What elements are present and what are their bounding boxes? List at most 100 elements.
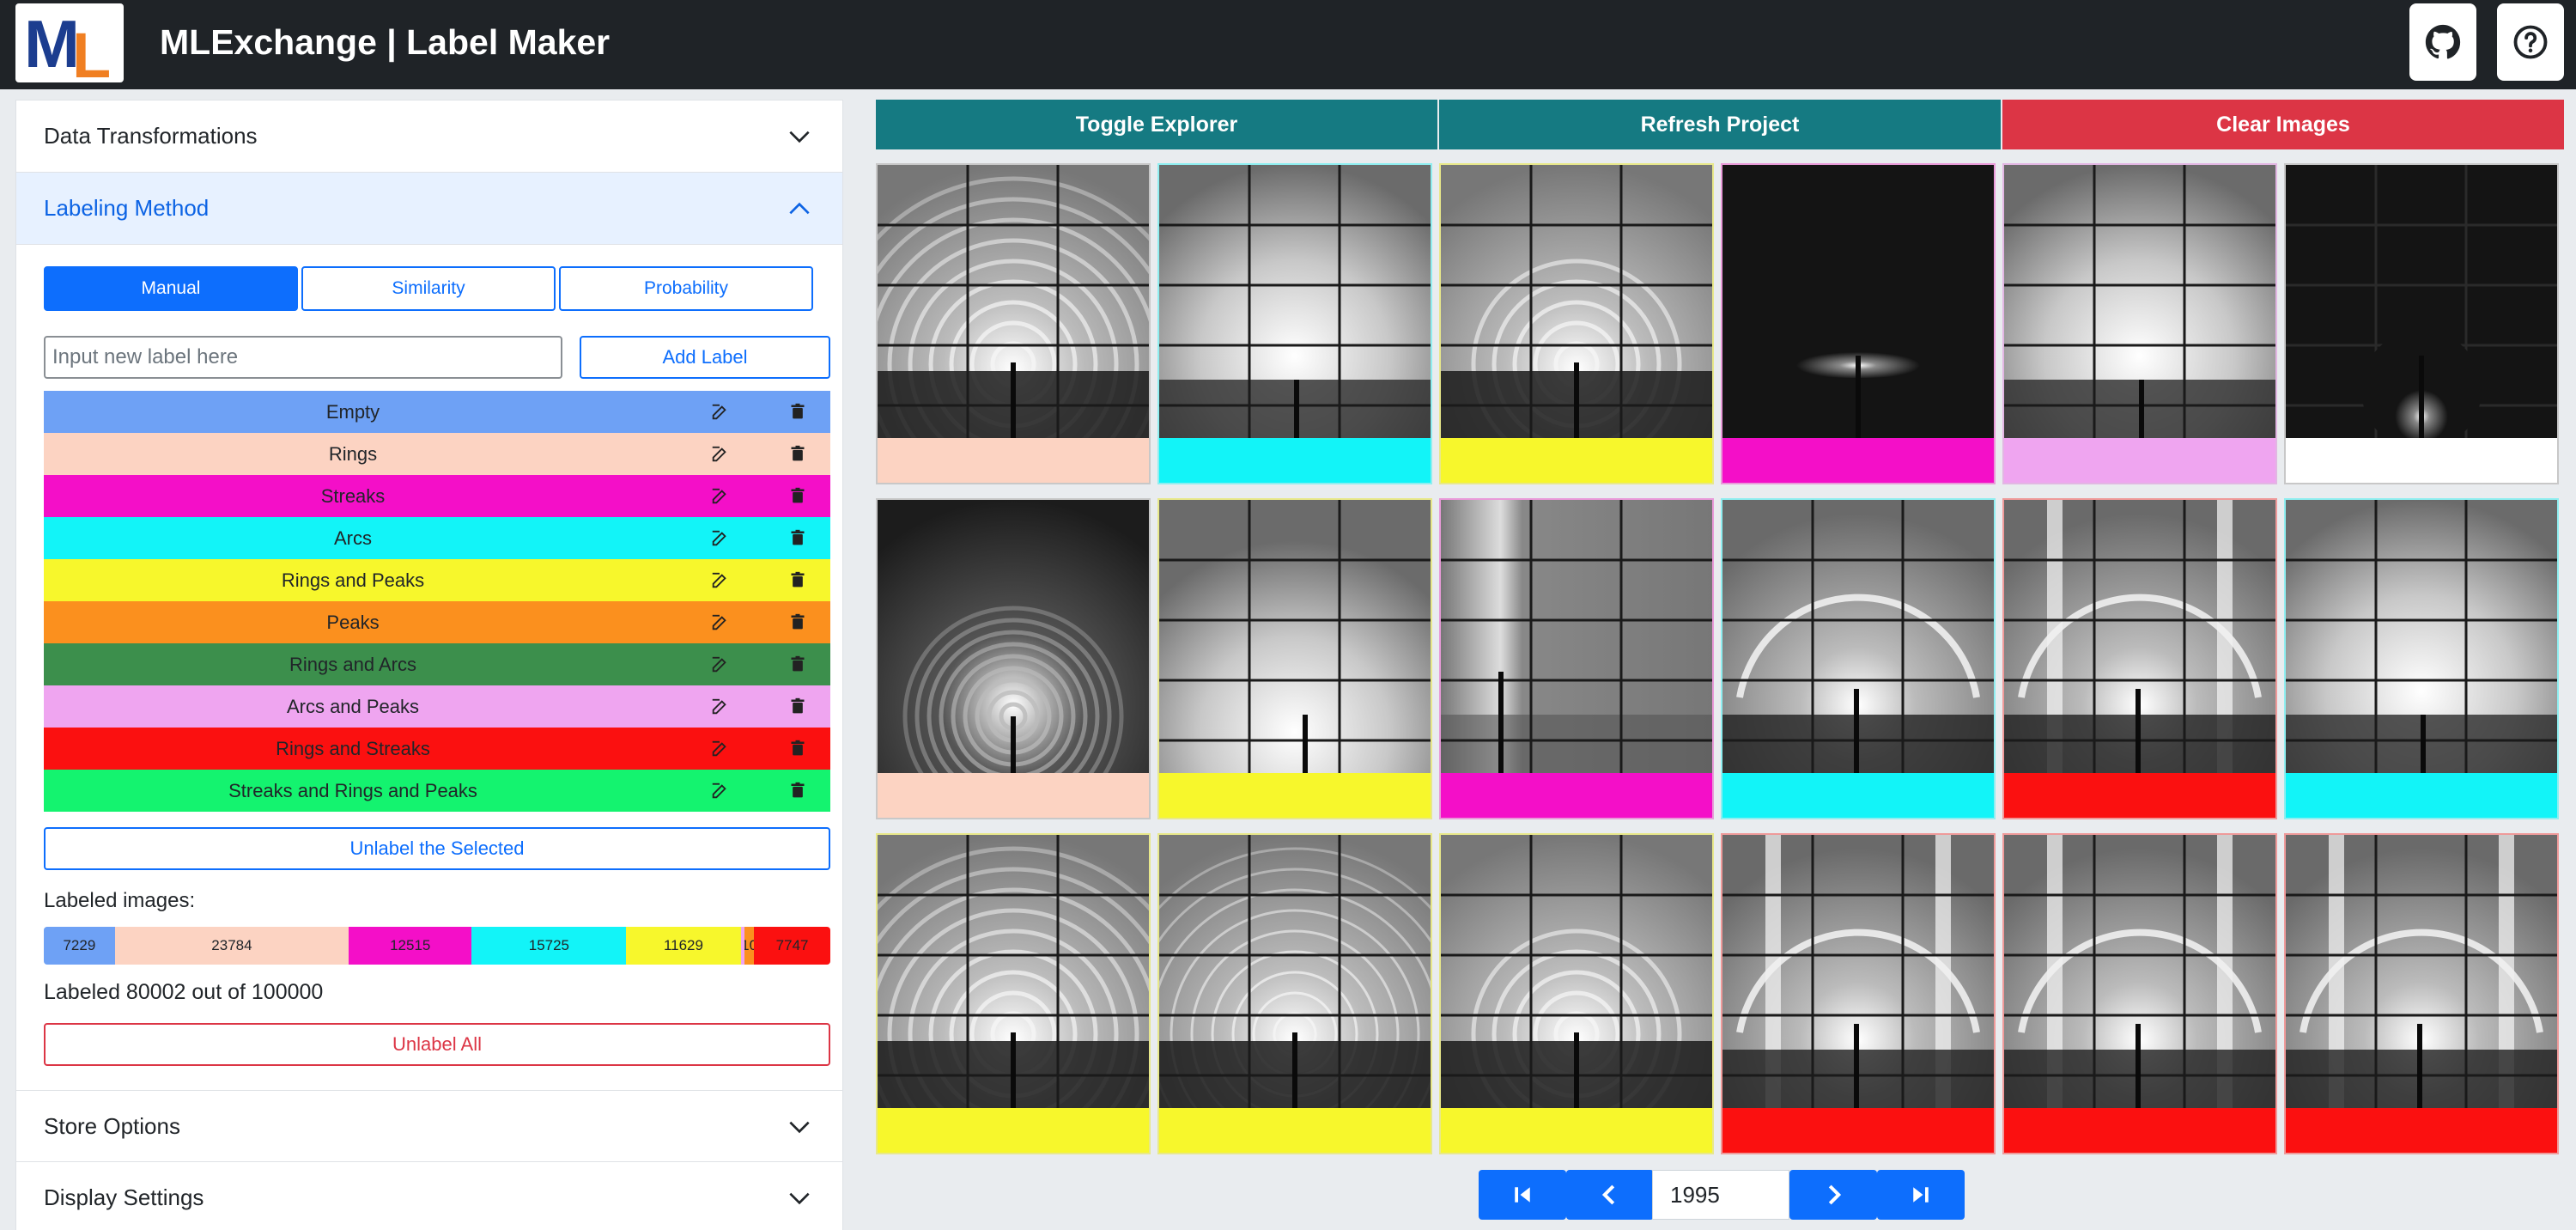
label-row[interactable]: Peaks (44, 601, 830, 643)
image-card[interactable] (1157, 498, 1432, 819)
trash-icon[interactable] (789, 655, 806, 673)
image-card[interactable] (876, 498, 1151, 819)
image-card[interactable] (1721, 833, 1996, 1154)
labeled-summary: Labeled 80002 out of 100000 (44, 980, 324, 1004)
image-card[interactable] (2284, 163, 2559, 484)
chevron-down-icon (789, 1121, 810, 1134)
edit-icon[interactable] (710, 655, 729, 674)
prev-page-button[interactable] (1566, 1170, 1654, 1220)
trash-icon[interactable] (789, 570, 806, 589)
unlabel-selected-button[interactable]: Unlabel the Selected (44, 827, 830, 870)
first-page-button[interactable] (1479, 1170, 1566, 1220)
edit-icon[interactable] (710, 697, 729, 716)
diffraction-image (878, 165, 1149, 438)
diffraction-image (878, 500, 1149, 773)
edit-icon[interactable] (710, 445, 729, 464)
image-card[interactable] (1439, 833, 1714, 1154)
label-name: Peaks (326, 611, 380, 633)
edit-icon[interactable] (710, 487, 729, 506)
accordion-store-options[interactable]: Store Options (16, 1090, 842, 1162)
label-name: Rings and Arcs (289, 653, 416, 675)
image-card[interactable] (876, 163, 1151, 484)
accordion-labeling-method[interactable]: Labeling Method (16, 173, 842, 245)
label-row[interactable]: Rings and Streaks (44, 728, 830, 770)
label-count-segment: 7229 (44, 927, 115, 965)
edit-icon[interactable] (710, 529, 729, 548)
accordion-display-settings[interactable]: Display Settings (16, 1162, 842, 1230)
method-probability-button[interactable]: Probability (559, 266, 813, 311)
image-thumbnail (2004, 500, 2275, 773)
image-card[interactable] (1439, 498, 1714, 819)
trash-icon[interactable] (789, 528, 806, 547)
edit-icon[interactable] (710, 571, 729, 590)
image-card[interactable] (1721, 163, 1996, 484)
image-label-bar (878, 1108, 1149, 1153)
image-card[interactable] (2002, 163, 2277, 484)
label-row[interactable]: Empty (44, 391, 830, 433)
github-icon (2425, 24, 2461, 59)
trash-icon[interactable] (789, 781, 806, 800)
image-card[interactable] (1439, 163, 1714, 484)
diffraction-image (2004, 500, 2275, 773)
accordion-data-transformations[interactable]: Data Transformations (16, 100, 842, 173)
edit-icon[interactable] (710, 740, 729, 758)
label-row[interactable]: Streaks and Rings and Peaks (44, 770, 830, 812)
image-thumbnail (1159, 165, 1431, 438)
edit-icon[interactable] (710, 613, 729, 632)
clear-images-button[interactable]: Clear Images (2002, 100, 2564, 149)
help-icon (2513, 25, 2548, 59)
image-card[interactable] (2002, 498, 2277, 819)
trash-icon[interactable] (789, 697, 806, 715)
trash-icon[interactable] (789, 739, 806, 758)
image-thumbnail (878, 835, 1149, 1108)
toggle-explorer-button[interactable]: Toggle Explorer (876, 100, 1437, 149)
image-label-bar (2286, 438, 2557, 483)
unlabel-all-button[interactable]: Unlabel All (44, 1023, 830, 1066)
mlexchange-logo[interactable]: M L (15, 3, 124, 82)
label-row[interactable]: Streaks (44, 475, 830, 517)
diffraction-image (1441, 165, 1712, 438)
diffraction-image (1159, 835, 1431, 1108)
image-label-bar (2286, 773, 2557, 818)
github-button[interactable] (2409, 3, 2476, 81)
image-card[interactable] (2002, 833, 2277, 1154)
accordion-title: Display Settings (44, 1184, 204, 1210)
trash-icon[interactable] (789, 444, 806, 463)
chevron-down-icon (789, 1192, 810, 1205)
help-button[interactable] (2497, 3, 2564, 81)
label-row[interactable]: Arcs and Peaks (44, 685, 830, 728)
label-row[interactable]: Rings and Peaks (44, 559, 830, 601)
method-similarity-button[interactable]: Similarity (301, 266, 556, 311)
image-card[interactable] (2284, 833, 2559, 1154)
next-page-button[interactable] (1789, 1170, 1877, 1220)
image-card[interactable] (1157, 833, 1432, 1154)
label-count-segment: 15725 (471, 927, 627, 965)
trash-icon[interactable] (789, 612, 806, 631)
label-row[interactable]: Rings (44, 433, 830, 475)
edit-icon[interactable] (710, 403, 729, 422)
diffraction-image (2286, 500, 2557, 773)
add-label-button[interactable]: Add Label (580, 336, 830, 379)
edit-icon[interactable] (710, 782, 729, 801)
trash-icon[interactable] (789, 486, 806, 505)
image-card[interactable] (1157, 163, 1432, 484)
image-card[interactable] (2284, 498, 2559, 819)
label-row[interactable]: Rings and Arcs (44, 643, 830, 685)
image-thumbnail (878, 165, 1149, 438)
image-thumbnail (1441, 500, 1712, 773)
label-count-segment: 7747 (754, 927, 830, 965)
image-card[interactable] (1721, 498, 1996, 819)
first-page-icon (1515, 1187, 1530, 1203)
image-card[interactable] (876, 833, 1151, 1154)
trash-icon[interactable] (789, 402, 806, 421)
new-label-input[interactable] (44, 336, 562, 379)
logo-letter-l: L (72, 20, 112, 82)
label-row[interactable]: Arcs (44, 517, 830, 559)
method-manual-button[interactable]: Manual (44, 266, 298, 311)
last-page-button[interactable] (1877, 1170, 1965, 1220)
label-name: Arcs (334, 527, 372, 549)
page-number-input[interactable]: 1995 (1652, 1170, 1789, 1220)
refresh-project-button[interactable]: Refresh Project (1439, 100, 2001, 149)
image-label-bar (1441, 1108, 1712, 1153)
image-label-bar (1159, 773, 1431, 818)
